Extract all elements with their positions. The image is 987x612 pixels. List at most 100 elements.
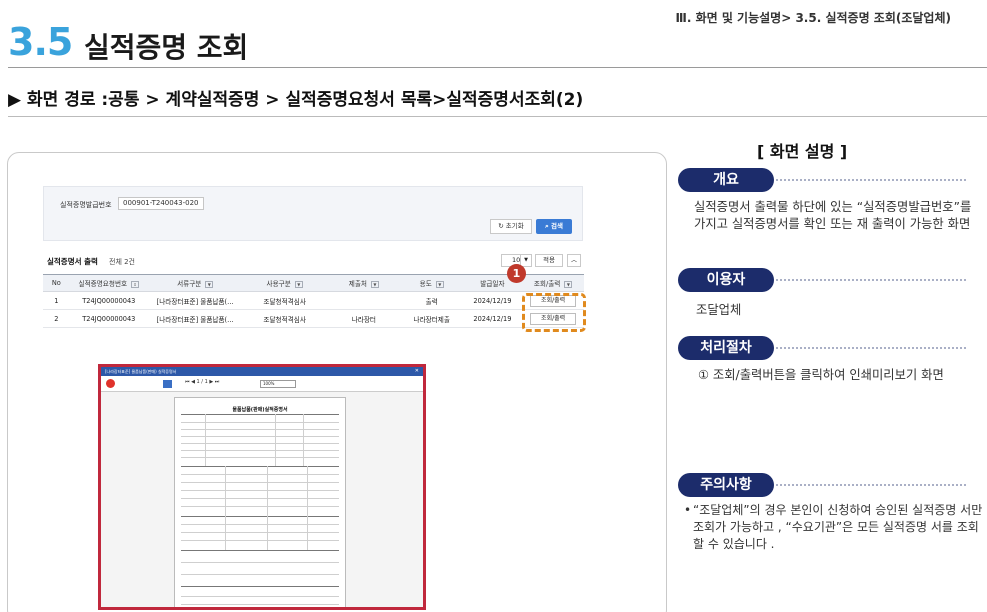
chevron-up-icon[interactable]: ︿: [567, 254, 581, 267]
doc-rule: [181, 474, 339, 475]
doc-rule: [181, 466, 339, 467]
doc-rule: [181, 490, 339, 491]
doc-rule: [181, 498, 339, 499]
zoom-select[interactable]: 100%: [260, 380, 296, 388]
print-preview-window: [나라장터표준] 물품납품(판매) 실적증명서 ✕ ⏮ ◀ 1 / 1 ▶ ⏭ …: [98, 364, 426, 610]
process-text: ① 조회/출력버튼을 클릭하여 인쇄미리보기 화면: [698, 368, 944, 382]
doc-rule: [181, 604, 339, 605]
cell-purpose: 나라장터제출: [400, 309, 463, 328]
caution-note: • “조달업체”의 경우 본인이 신청하여 승인된 실적증명 서만 조회가 가능…: [684, 502, 984, 553]
doc-rule: [181, 524, 339, 525]
doc-rule: [181, 532, 339, 533]
col-header: No: [43, 274, 70, 292]
screen-capture-panel: 실적증명발급번호 000901-T240043-020 ↻ 초기화 ⌕ 검색 실…: [7, 152, 667, 612]
doc-rule: [303, 414, 304, 466]
preview-document: 물품납품(판매)실적증명서: [174, 397, 346, 607]
col-header[interactable]: 사용구분 ▼: [242, 274, 327, 292]
list-title: 실적증명서 출력: [47, 257, 98, 266]
cell-request-no: T24JQ00000043: [69, 309, 148, 328]
path-divider: [8, 116, 987, 117]
search-label: 실적증명발급번호: [60, 201, 112, 209]
search-area: 실적증명발급번호 000901-T240043-020 ↻ 초기화 ⌕ 검색: [43, 186, 583, 241]
search-icon: ⌕: [545, 222, 549, 230]
doc-rule: [307, 466, 308, 550]
cell-purpose: 출력: [400, 291, 463, 310]
dotted-divider: [776, 484, 966, 486]
doc-rule: [181, 482, 339, 483]
preview-toolbar: ⏮ ◀ 1 / 1 ▶ ⏭ 100%: [101, 376, 423, 392]
chevron-down-icon: ▼: [520, 255, 531, 266]
close-icon[interactable]: ✕: [415, 367, 419, 376]
doc-rule: [181, 562, 339, 563]
refresh-icon: ↻: [498, 222, 504, 230]
filter-icon[interactable]: ▼: [205, 280, 214, 288]
dotted-divider: [776, 179, 966, 181]
doc-rule: [267, 466, 268, 550]
page-title: 실적증명 조회: [84, 31, 249, 64]
dotted-divider: [776, 347, 966, 349]
result-table: No 실적증명요청번호 ⇕ 서류구분 ▼ 사용구분 ▼ 제출처 ▼ 용도 ▼ 발급일자 조…: [43, 274, 584, 328]
caution-text: “조달업체”의 경우 본인이 신청하여 승인된 실적증명 서만 조회가 가능하고…: [693, 503, 983, 551]
cell-issue-date: 2024/12/19: [462, 309, 523, 328]
issue-number-input[interactable]: 000901-T240043-020: [118, 197, 204, 210]
title-divider: [8, 67, 987, 68]
cell-submit-to: 나라장터: [326, 309, 401, 328]
col-header[interactable]: 서류구분 ▼: [147, 274, 243, 292]
col-header[interactable]: 실적증명요청번호 ⇕: [69, 274, 148, 292]
col-header[interactable]: 제출처 ▼: [326, 274, 401, 292]
col-header[interactable]: 용도 ▼: [400, 274, 463, 292]
user-text: 조달업체: [696, 303, 742, 317]
col-header[interactable]: 조회/출력 ▼: [522, 274, 584, 292]
doc-rule: [275, 414, 276, 466]
cell-request-no: T24JQ00000043: [69, 291, 148, 310]
export-icon[interactable]: [106, 379, 115, 388]
apply-button[interactable]: 적용: [535, 254, 563, 267]
preview-title: [나라장터표준] 물품납품(판매) 실적증명서: [105, 369, 177, 374]
print-icon[interactable]: [163, 380, 172, 388]
bullet-icon: •: [684, 503, 692, 517]
cell-use-type: 조달청적격심사: [242, 291, 327, 310]
user-label: 이용자: [678, 268, 774, 292]
doc-rule: [181, 516, 339, 517]
doc-rule: [181, 550, 339, 551]
filter-icon[interactable]: ▼: [294, 280, 303, 288]
doc-rule: [181, 596, 339, 597]
overview-text: 실적증명서 출력물 하단에 있는 “실적증명발급번호”를 가지고 실적증명서를 …: [694, 200, 972, 231]
table-row: 1 T24JQ00000043 [나라장터표준] 물품납품(… 조달청적격심사 …: [43, 291, 584, 310]
doc-rule: [181, 506, 339, 507]
cell-submit-to: [326, 291, 401, 310]
reset-label: 초기화: [505, 222, 524, 230]
process-label: 처리절차: [678, 336, 774, 360]
document-title: 물품납품(판매)실적증명서: [232, 407, 288, 413]
sort-icon[interactable]: ⇕: [131, 280, 140, 288]
step-badge: 1: [507, 264, 526, 283]
reset-button[interactable]: ↻ 초기화: [490, 219, 532, 234]
cell-no: 1: [43, 291, 70, 310]
filter-icon[interactable]: ▼: [370, 280, 379, 288]
table-header-row: No 실적증명요청번호 ⇕ 서류구분 ▼ 사용구분 ▼ 제출처 ▼ 용도 ▼ 발급일자 조…: [43, 274, 584, 292]
search-button-label: 검색: [550, 222, 563, 230]
preview-titlebar: [나라장터표준] 물품납품(판매) 실적증명서 ✕: [101, 367, 423, 376]
breadcrumb: Ⅲ. 화면 및 기능설명> 3.5. 실적증명 조회(조달업체): [675, 11, 952, 25]
doc-rule: [205, 414, 206, 466]
list-total-count: 전체 2건: [109, 258, 135, 266]
screen-path: ▶ 화면 경로 :공통 > 계약실적증명 > 실적증명요청서 목록>실적증명서조…: [8, 90, 584, 110]
cell-use-type: 조달청적격심사: [242, 309, 327, 328]
highlight-box: [522, 293, 586, 332]
filter-icon[interactable]: ▼: [435, 280, 444, 288]
cell-no: 2: [43, 309, 70, 328]
doc-rule: [181, 574, 339, 575]
dotted-divider: [776, 279, 966, 281]
cell-doc-type: [나라장터표준] 물품납품(…: [147, 291, 243, 310]
caution-label: 주의사항: [678, 473, 774, 497]
overview-label: 개요: [678, 168, 774, 192]
page-navigation[interactable]: ⏮ ◀ 1 / 1 ▶ ⏭: [185, 379, 219, 385]
search-button[interactable]: ⌕ 검색: [536, 219, 572, 234]
cell-issue-date: 2024/12/19: [462, 291, 523, 310]
section-number: 3.5: [8, 20, 73, 64]
doc-rule: [181, 540, 339, 541]
cell-doc-type: [나라장터표준] 물품납품(…: [147, 309, 243, 328]
table-row: 2 T24JQ00000043 [나라장터표준] 물품납품(… 조달청적격심사 …: [43, 309, 584, 328]
doc-rule: [225, 466, 226, 550]
filter-icon[interactable]: ▼: [564, 280, 573, 288]
